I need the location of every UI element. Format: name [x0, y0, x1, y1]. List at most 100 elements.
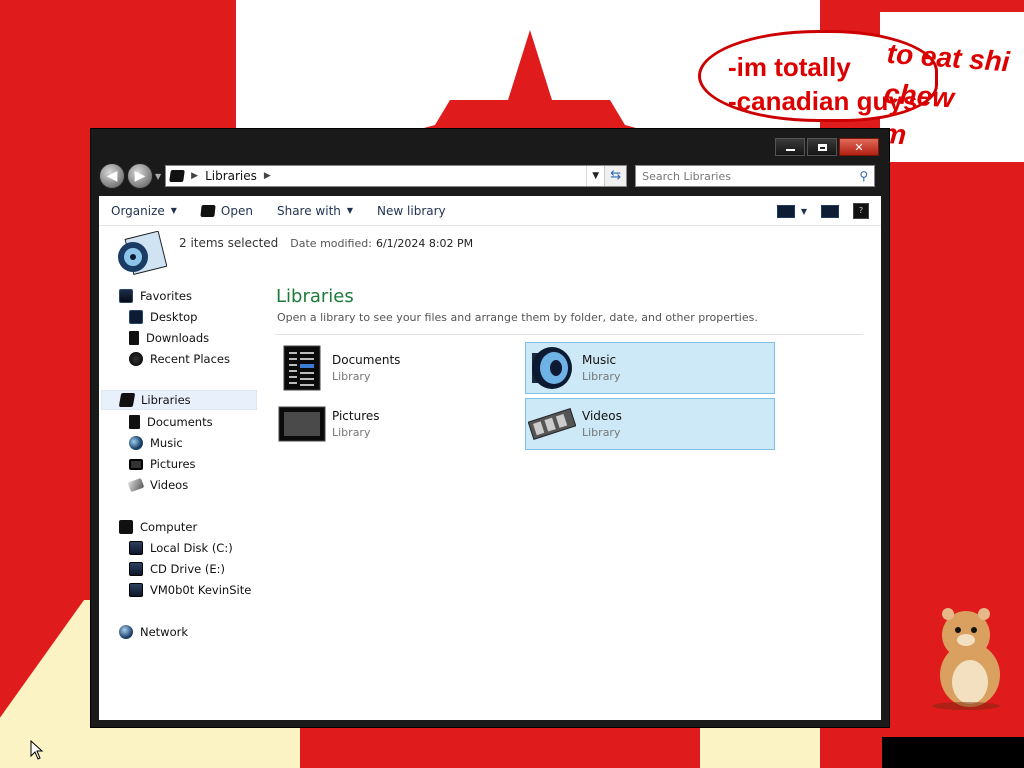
library-tile-text: Videos Library: [582, 409, 622, 439]
recent-places-icon: [129, 352, 143, 366]
breadcrumb-chevron-icon[interactable]: ▶: [264, 171, 271, 181]
search-icon[interactable]: ⚲: [859, 169, 868, 183]
forward-arrow-icon: ▶: [134, 168, 146, 184]
library-kind: Library: [582, 426, 621, 439]
nav-item-label: Computer: [140, 520, 198, 534]
wallpaper-black-shape: [882, 737, 1024, 768]
cd-drive-icon: [129, 562, 143, 576]
pictures-library-icon: [278, 406, 326, 442]
library-tile-text: Music Library: [582, 353, 620, 383]
libraries-icon: [169, 170, 185, 182]
command-bar: Organize ▼ Open Share with ▼ New library…: [99, 196, 881, 226]
new-library-button[interactable]: New library: [365, 196, 458, 226]
maximize-icon: [817, 143, 827, 151]
videos-library-icon: [528, 408, 576, 440]
library-tile-text: Documents Library: [332, 353, 400, 383]
address-bar[interactable]: ▶ Libraries ▶ ▼ ⇆: [165, 165, 628, 187]
breadcrumb-libraries[interactable]: Libraries: [205, 169, 257, 183]
help-button[interactable]: ?: [853, 203, 869, 219]
videos-icon: [127, 477, 145, 493]
page-subtitle: Open a library to see your files and arr…: [277, 311, 758, 324]
library-kind: Library: [582, 370, 621, 383]
details-header: 2 items selected Date modified: 6/1/2024…: [99, 227, 881, 277]
nav-item-music[interactable]: Music: [129, 433, 183, 453]
nav-item-libraries[interactable]: Libraries: [101, 390, 257, 410]
recent-pages-dropdown[interactable]: ▼: [155, 172, 161, 181]
navigation-bar: ◀ ▶ ▼ ▶ Libraries ▶ ▼ ⇆ ⚲: [99, 162, 881, 190]
wallpaper-bubble-text-2: to eat shi chew m: [880, 37, 1011, 151]
date-modified-value: 6/1/2024 8:02 PM: [375, 237, 474, 250]
nav-item-label: Downloads: [146, 331, 210, 345]
refresh-icon: ⇆: [610, 168, 622, 183]
back-button[interactable]: ◀: [99, 163, 125, 189]
library-tile-videos[interactable]: Videos Library: [525, 398, 775, 450]
mouse-cursor-icon: [30, 740, 44, 760]
selection-count: 2 items selected: [179, 236, 279, 250]
computer-icon: [119, 520, 133, 534]
nav-item-label: Desktop: [150, 310, 198, 324]
favorites-icon: [119, 289, 133, 303]
nav-item-cd-drive[interactable]: CD Drive (E:): [129, 559, 225, 579]
network-drive-icon: [129, 583, 143, 597]
organize-button[interactable]: Organize ▼: [99, 196, 189, 226]
library-tile-music[interactable]: Music Library: [525, 342, 775, 394]
nav-item-label: Recent Places: [150, 352, 230, 366]
page-title: Libraries: [276, 286, 354, 307]
nav-item-label: Network: [140, 625, 189, 639]
nav-item-documents[interactable]: Documents: [129, 412, 213, 432]
close-button[interactable]: ✕: [839, 138, 879, 156]
view-icon: [776, 204, 795, 218]
documents-icon: [129, 415, 140, 429]
address-history-dropdown[interactable]: ▼: [586, 166, 604, 186]
maximize-button[interactable]: [807, 138, 837, 156]
divider: [275, 334, 863, 335]
nav-item-computer[interactable]: Computer: [119, 517, 197, 537]
share-with-button[interactable]: Share with ▼: [265, 196, 365, 226]
music-library-icon: [532, 347, 572, 389]
hamster-image: [932, 608, 1000, 710]
explorer-content-pane: Organize ▼ Open Share with ▼ New library…: [99, 196, 881, 720]
explorer-window: ✕ ◀ ▶ ▼ ▶ Libraries ▶ ▼ ⇆ ⚲ Organize ▼: [90, 128, 890, 728]
close-icon: ✕: [854, 140, 864, 154]
library-kind: Library: [332, 370, 371, 383]
chevron-down-icon: ▼: [800, 206, 807, 216]
wallpaper-cream-shape-2: [700, 728, 820, 768]
nav-item-label: CD Drive (E:): [150, 562, 225, 576]
nav-item-label: Favorites: [140, 289, 192, 303]
nav-item-label: Music: [150, 436, 183, 450]
nav-item-label: Videos: [150, 478, 189, 492]
nav-item-videos[interactable]: Videos: [127, 475, 189, 495]
nav-item-network-drive[interactable]: VM0b0t KevinSite: [129, 580, 251, 600]
network-icon: [119, 625, 133, 639]
minimize-button[interactable]: [775, 138, 805, 156]
library-name: Pictures: [332, 409, 380, 423]
caption-buttons: ✕: [775, 138, 879, 156]
downloads-icon: [129, 331, 139, 345]
library-name: Music: [582, 353, 617, 367]
maple-leaf-icon: [380, 30, 680, 140]
change-view-button[interactable]: ▼: [776, 204, 807, 218]
open-label: Open: [220, 203, 253, 218]
nav-item-downloads[interactable]: Downloads: [129, 328, 209, 348]
nav-item-desktop[interactable]: Desktop: [129, 307, 197, 327]
nav-item-favorites[interactable]: Favorites: [119, 286, 192, 306]
documents-library-icon: [283, 345, 321, 391]
nav-item-network[interactable]: Network: [119, 622, 188, 642]
library-tile-documents[interactable]: Documents Library: [275, 342, 525, 394]
open-button[interactable]: Open: [189, 196, 265, 226]
chevron-down-icon: ▼: [170, 206, 177, 215]
breadcrumb-separator-icon[interactable]: ▶: [191, 171, 198, 181]
desktop-icon: [129, 310, 143, 324]
help-icon: ?: [858, 206, 864, 215]
forward-button[interactable]: ▶: [127, 163, 153, 189]
nav-item-label: VM0b0t KevinSite: [150, 583, 252, 597]
nav-item-pictures[interactable]: Pictures: [129, 454, 196, 474]
nav-item-recent-places[interactable]: Recent Places: [129, 349, 230, 369]
preview-pane-button[interactable]: [821, 204, 839, 218]
library-tile-pictures[interactable]: Pictures Library: [275, 398, 525, 450]
pictures-icon: [129, 458, 143, 470]
nav-item-local-disk[interactable]: Local Disk (C:): [129, 538, 233, 558]
refresh-button[interactable]: ⇆: [604, 166, 627, 186]
search-box[interactable]: ⚲: [635, 165, 876, 187]
search-input[interactable]: [642, 169, 843, 183]
